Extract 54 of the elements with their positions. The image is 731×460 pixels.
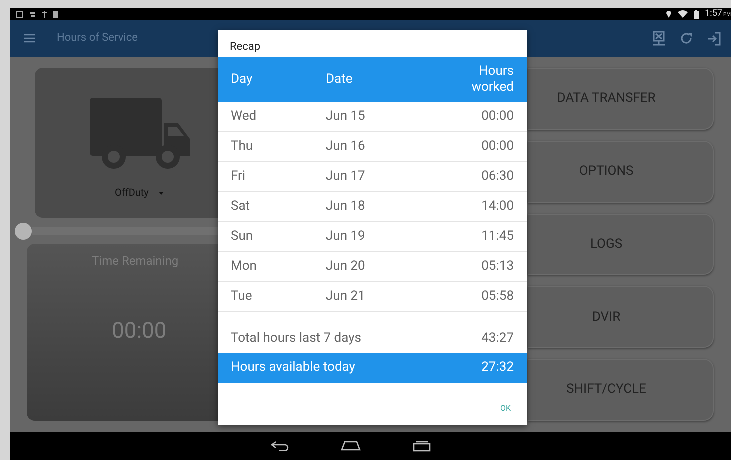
menu-button[interactable]: DATA TRANSFER [528, 68, 714, 130]
download-icon[interactable] [652, 30, 666, 46]
dialog-title: Recap [230, 38, 261, 54]
truck-icon [90, 98, 190, 172]
usb-icon [42, 10, 47, 18]
notification-icon [53, 10, 58, 18]
table-cell-text: Tue [231, 288, 254, 306]
table-cell-text: 05:58 [482, 288, 514, 306]
notification-icon [29, 10, 36, 18]
battery-icon [694, 10, 700, 18]
available-value: 27:32 [482, 359, 514, 378]
total-label: Total hours last 7 days [231, 330, 362, 348]
column-header: Date [326, 70, 354, 89]
table-cell-text: Jun 15 [326, 108, 366, 126]
notification-icon [16, 10, 23, 18]
table-cell-text: Jun 20 [326, 258, 366, 276]
available-label: Hours available today [231, 359, 356, 378]
menu-button[interactable]: DVIR [528, 286, 714, 348]
table-cell-text: 05:13 [482, 258, 514, 276]
table-cell-text: Thu [231, 138, 254, 156]
table-cell-text: Jun 18 [326, 198, 366, 216]
back-icon[interactable] [270, 441, 288, 451]
menu-button[interactable]: OPTIONS [528, 140, 714, 203]
table-cell-text: Mon [231, 258, 258, 276]
table-cell-text: Jun 16 [326, 138, 366, 156]
table-cell-text: Sat [231, 198, 252, 216]
table-cell-text: Jun 17 [326, 168, 366, 186]
table-cell-text: Wed [231, 108, 258, 126]
table-cell-text: Sun [231, 228, 254, 246]
table-cell-text: Jun 19 [326, 228, 366, 246]
menu-button[interactable]: LOGS [528, 214, 714, 276]
column-header: Day [231, 70, 254, 89]
table-cell-text: 00:00 [482, 108, 514, 126]
recents-icon[interactable] [412, 440, 430, 452]
table-cell-text: Fri [231, 168, 247, 186]
total-value: 43:27 [482, 330, 514, 348]
clock-time: 1:57 [705, 10, 722, 18]
duty-status-dropdown[interactable]: OffDuty [115, 186, 164, 201]
table-cell-text: 11:45 [482, 228, 514, 246]
ok-button[interactable]: OK [500, 403, 511, 415]
table-cell-text: 14:00 [482, 198, 514, 216]
table-cell-text: 06:30 [482, 168, 514, 186]
caret-icon [158, 192, 164, 195]
app-title: Hours of Service [57, 30, 138, 46]
location-icon [666, 10, 672, 18]
logout-icon[interactable] [707, 32, 721, 46]
table-cell-text: 00:00 [482, 138, 514, 156]
wifi-icon [678, 10, 688, 18]
column-header: Hours worked [470, 64, 514, 96]
home-icon[interactable] [340, 441, 360, 451]
table-cell-text: Jun 21 [326, 288, 366, 306]
menu-icon[interactable] [24, 34, 35, 43]
menu-button[interactable]: SHIFT/CYCLE [528, 359, 714, 421]
refresh-icon[interactable] [680, 32, 693, 45]
